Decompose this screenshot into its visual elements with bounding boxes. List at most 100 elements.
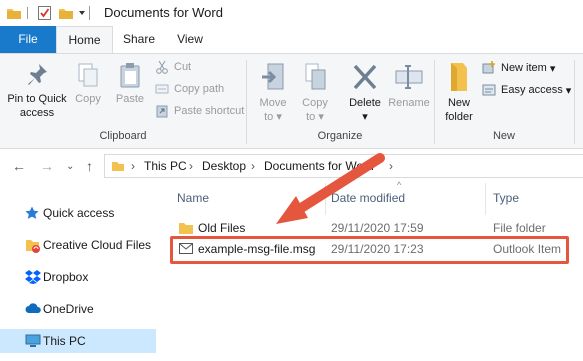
paste-label: Paste [115, 93, 145, 105]
separator-icon [27, 7, 28, 19]
new-group-label: New [492, 130, 515, 142]
back-arrow-icon[interactable]: ← [12, 158, 26, 174]
easy-access-button[interactable]: Easy access ▾ [482, 83, 571, 97]
breadcrumb-documents-for-word[interactable]: Documents for Word [264, 159, 374, 173]
breadcrumb-separator-icon: › [389, 159, 393, 173]
clipboard-group-label: Clipboard [99, 130, 147, 142]
window-title: Documents for Word [104, 5, 223, 20]
paste-shortcut-icon [156, 105, 168, 118]
file-list: Name ^ Date modified Type Old Files 29/1… [160, 180, 583, 361]
folder-icon [112, 162, 124, 171]
cut-button[interactable]: Cut [155, 60, 191, 74]
column-divider[interactable] [485, 183, 486, 215]
nav-item-label: OneDrive [43, 302, 94, 316]
delete-label: Delete [349, 97, 381, 109]
move-to-label-line1: Move [259, 97, 287, 109]
breadcrumb-separator-icon: › [189, 159, 193, 173]
navigation-pane: Quick access Creative Cloud Files Dropbo… [0, 183, 160, 361]
navigation-row: ← → ⌄ ↑ › This PC › Desktop › Documents … [0, 149, 583, 183]
properties-icon[interactable] [37, 5, 53, 21]
nav-item-quick-access[interactable]: Quick access [0, 201, 156, 225]
title-separator [89, 6, 90, 20]
rename-button[interactable]: Rename [388, 62, 430, 110]
delete-x-icon [353, 64, 377, 90]
breadcrumb-desktop[interactable]: Desktop [202, 159, 246, 173]
new-folder-button[interactable]: New folder [440, 62, 478, 124]
ribbon: Pin to Quick access Copy Paste Cut Copy … [0, 53, 583, 149]
copy-path-label: Copy path [174, 83, 225, 95]
onedrive-cloud-icon [25, 303, 41, 313]
new-item-label: New item [501, 62, 547, 74]
breadcrumb-separator-icon: › [131, 159, 135, 173]
nav-item-label: Quick access [43, 206, 115, 220]
copy-button[interactable]: Copy [72, 62, 104, 106]
tab-view[interactable]: View [165, 26, 215, 53]
recent-locations-chevron-icon[interactable]: ⌄ [66, 161, 74, 172]
ribbon-tabs: File Home Share View [0, 26, 583, 53]
creative-cloud-folder-icon [26, 240, 40, 253]
nav-item-this-pc[interactable]: This PC [0, 329, 156, 353]
title-bar: Documents for Word [0, 0, 583, 26]
pin-label-line2: access [19, 107, 55, 119]
paste-button[interactable]: Paste [112, 62, 148, 106]
nav-item-dropbox[interactable]: Dropbox [0, 265, 156, 289]
move-to-label-line2: to [264, 111, 274, 123]
copy-icon [78, 63, 98, 87]
new-folder-label-line2: folder [445, 111, 473, 123]
scissors-icon [156, 60, 168, 74]
copy-to-label-line2: to [306, 111, 316, 123]
move-to-button[interactable]: Move to ▾ [254, 62, 292, 124]
star-icon [25, 206, 39, 219]
delete-button[interactable]: Delete ▾ [344, 62, 386, 124]
sort-chevron-icon: ^ [397, 180, 402, 190]
easy-access-icon [482, 84, 496, 96]
rename-icon [395, 65, 423, 89]
nav-item-creative-cloud-files[interactable]: Creative Cloud Files [0, 233, 156, 257]
copy-path-button[interactable]: Copy path [155, 82, 224, 96]
column-divider[interactable] [325, 183, 326, 215]
new-folder-icon [451, 63, 467, 91]
pin-icon [28, 64, 47, 85]
nav-item-label: Dropbox [43, 270, 89, 284]
computer-icon [25, 334, 41, 347]
cut-label: Cut [174, 61, 192, 73]
file-name: Old Files [198, 221, 246, 235]
nav-item-onedrive[interactable]: OneDrive [0, 297, 156, 321]
new-folder-icon[interactable] [58, 5, 74, 21]
paste-icon [120, 63, 140, 88]
folder-icon [7, 9, 21, 19]
pin-label-line1: Pin to Quick [7, 93, 67, 105]
new-item-icon [482, 61, 495, 74]
breadcrumb-separator-icon: › [251, 159, 255, 173]
file-type: File folder [493, 221, 546, 235]
address-bar[interactable]: › This PC › Desktop › Documents for Word… [104, 154, 583, 178]
nav-item-label: This PC [43, 334, 86, 348]
paste-shortcut-button[interactable]: Paste shortcut [155, 104, 244, 118]
tab-home[interactable]: Home [56, 26, 113, 53]
tab-file[interactable]: File [0, 26, 56, 53]
rename-label: Rename [388, 97, 430, 109]
copy-to-label-line1: Copy [302, 97, 328, 109]
new-folder-label-line1: New [447, 97, 470, 109]
column-header-date-modified[interactable]: Date modified [331, 191, 405, 205]
tab-share[interactable]: Share [113, 26, 165, 53]
forward-arrow-icon[interactable]: → [40, 158, 54, 174]
nav-item-label: Creative Cloud Files [43, 238, 152, 252]
easy-access-label: Easy access [501, 84, 563, 96]
move-to-icon [262, 63, 284, 90]
pin-to-quick-access-button[interactable]: Pin to Quick access [4, 62, 70, 120]
copy-to-button[interactable]: Copy to ▾ [296, 62, 334, 124]
paste-shortcut-label: Paste shortcut [174, 105, 245, 117]
copy-to-icon [305, 63, 326, 90]
file-date: 29/11/2020 17:59 [331, 221, 424, 235]
column-header-type[interactable]: Type [493, 191, 519, 205]
customize-toolbar-icon[interactable] [78, 9, 86, 17]
highlight-box [170, 236, 569, 264]
copy-label: Copy [75, 93, 101, 105]
organize-group-label: Organize [317, 130, 363, 142]
column-header-name[interactable]: Name [177, 191, 209, 205]
up-arrow-icon[interactable]: ↑ [86, 158, 93, 174]
new-item-button[interactable]: New item ▾ [482, 61, 555, 75]
folder-icon [179, 223, 193, 234]
breadcrumb-this-pc[interactable]: This PC [144, 159, 187, 173]
